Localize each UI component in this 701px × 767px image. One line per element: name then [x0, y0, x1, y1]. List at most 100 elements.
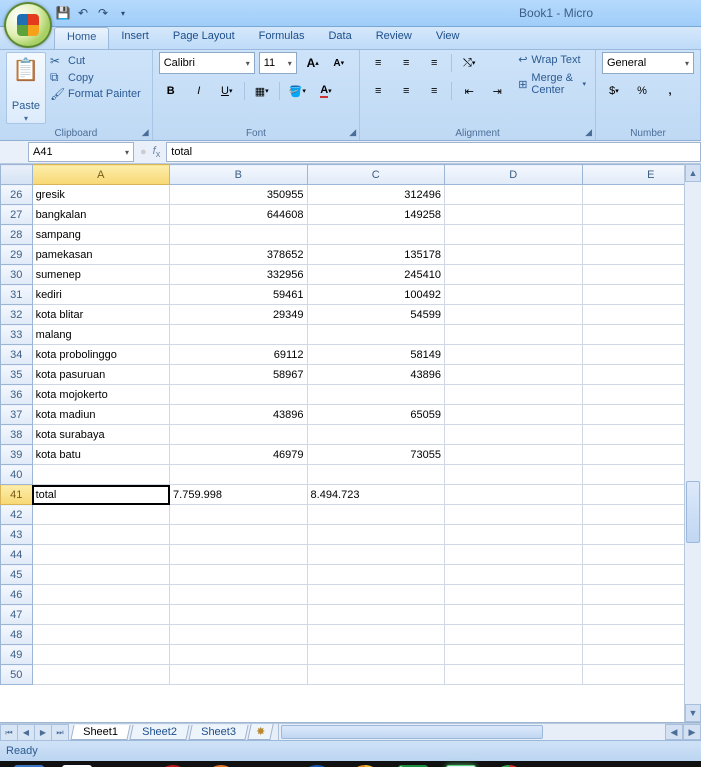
cell-A32[interactable]: kota blitar — [32, 305, 169, 325]
cell-C43[interactable] — [307, 525, 444, 545]
italic-button[interactable]: I — [187, 80, 211, 102]
row-header-46[interactable]: 46 — [1, 585, 33, 605]
cell-C29[interactable]: 135178 — [307, 245, 444, 265]
cell-C31[interactable]: 100492 — [307, 285, 444, 305]
cell-C32[interactable]: 54599 — [307, 305, 444, 325]
number-format-combo[interactable]: General▾ — [602, 52, 694, 74]
row-header-38[interactable]: 38 — [1, 425, 33, 445]
cell-D41[interactable] — [445, 485, 582, 505]
cut-button[interactable]: ✂Cut — [50, 54, 141, 68]
worksheet-grid[interactable]: ABCDE26gresik35095531249627bangkalan6446… — [0, 164, 701, 723]
cell-B34[interactable]: 69112 — [170, 345, 307, 365]
col-header-B[interactable]: B — [170, 165, 307, 185]
cell-D47[interactable] — [445, 605, 582, 625]
cell-D37[interactable] — [445, 405, 582, 425]
scroll-down-icon[interactable]: ▼ — [685, 704, 701, 722]
cell-A46[interactable] — [32, 585, 169, 605]
row-header-27[interactable]: 27 — [1, 205, 33, 225]
cell-C28[interactable] — [307, 225, 444, 245]
row-header-41[interactable]: 41 — [1, 485, 33, 505]
cell-D34[interactable] — [445, 345, 582, 365]
cell-B45[interactable] — [170, 565, 307, 585]
align-middle-button[interactable]: ≡ — [394, 52, 418, 74]
percent-format-button[interactable]: % — [630, 80, 654, 102]
cell-D26[interactable] — [445, 185, 582, 205]
save-icon[interactable]: 💾 — [56, 6, 70, 20]
sheet-tab-2[interactable]: Sheet2 — [129, 725, 189, 740]
cell-B30[interactable]: 332956 — [170, 265, 307, 285]
cell-A29[interactable]: pamekasan — [32, 245, 169, 265]
row-header-48[interactable]: 48 — [1, 625, 33, 645]
bold-button[interactable]: B — [159, 80, 183, 102]
row-header-47[interactable]: 47 — [1, 605, 33, 625]
sheet-nav-prev[interactable]: ◀ — [17, 724, 35, 741]
row-header-30[interactable]: 30 — [1, 265, 33, 285]
cell-B42[interactable] — [170, 505, 307, 525]
cell-A27[interactable]: bangkalan — [32, 205, 169, 225]
cell-C40[interactable] — [307, 465, 444, 485]
underline-button[interactable]: U▾ — [215, 80, 239, 102]
tab-page-layout[interactable]: Page Layout — [161, 27, 247, 49]
cell-B33[interactable] — [170, 325, 307, 345]
row-header-33[interactable]: 33 — [1, 325, 33, 345]
cell-D43[interactable] — [445, 525, 582, 545]
cell-B39[interactable]: 46979 — [170, 445, 307, 465]
cell-D50[interactable] — [445, 665, 582, 685]
horizontal-scrollbar[interactable] — [278, 724, 665, 740]
cell-C47[interactable] — [307, 605, 444, 625]
cell-A26[interactable]: gresik — [32, 185, 169, 205]
cell-D35[interactable] — [445, 365, 582, 385]
cell-C50[interactable] — [307, 665, 444, 685]
cell-D28[interactable] — [445, 225, 582, 245]
shrink-font-button[interactable]: A▾ — [327, 52, 351, 74]
undo-icon[interactable]: ↶ — [76, 6, 90, 20]
scroll-left-icon[interactable]: ◀ — [665, 724, 683, 740]
align-left-button[interactable]: ≡ — [366, 80, 390, 102]
hscroll-thumb[interactable] — [281, 725, 543, 739]
cell-A30[interactable]: sumenep — [32, 265, 169, 285]
cell-D33[interactable] — [445, 325, 582, 345]
cell-B32[interactable]: 29349 — [170, 305, 307, 325]
cell-C30[interactable]: 245410 — [307, 265, 444, 285]
name-box[interactable]: A41▾ — [28, 142, 134, 162]
cell-D38[interactable] — [445, 425, 582, 445]
fill-color-button[interactable]: 🪣▾ — [285, 80, 310, 102]
row-header-45[interactable]: 45 — [1, 565, 33, 585]
cell-D27[interactable] — [445, 205, 582, 225]
comma-format-button[interactable]: , — [658, 80, 682, 102]
font-launcher-icon[interactable]: ◢ — [349, 127, 356, 138]
col-header-A[interactable]: A — [32, 165, 169, 185]
align-right-button[interactable]: ≡ — [422, 80, 446, 102]
cell-A41[interactable]: total — [32, 485, 169, 505]
cell-D31[interactable] — [445, 285, 582, 305]
cell-B28[interactable] — [170, 225, 307, 245]
cell-A37[interactable]: kota madiun — [32, 405, 169, 425]
cell-C38[interactable] — [307, 425, 444, 445]
row-header-36[interactable]: 36 — [1, 385, 33, 405]
cell-C44[interactable] — [307, 545, 444, 565]
cell-A44[interactable] — [32, 545, 169, 565]
cell-D46[interactable] — [445, 585, 582, 605]
row-header-34[interactable]: 34 — [1, 345, 33, 365]
cell-B37[interactable]: 43896 — [170, 405, 307, 425]
alignment-launcher-icon[interactable]: ◢ — [585, 127, 592, 138]
cell-D45[interactable] — [445, 565, 582, 585]
cell-D49[interactable] — [445, 645, 582, 665]
tab-view[interactable]: View — [424, 27, 472, 49]
row-header-44[interactable]: 44 — [1, 545, 33, 565]
cell-D39[interactable] — [445, 445, 582, 465]
cell-D42[interactable] — [445, 505, 582, 525]
row-header-50[interactable]: 50 — [1, 665, 33, 685]
cell-C26[interactable]: 312496 — [307, 185, 444, 205]
sheet-nav-first[interactable]: ⏮ — [0, 724, 18, 741]
clipboard-launcher-icon[interactable]: ◢ — [142, 127, 149, 138]
qat-dropdown-icon[interactable]: ▾ — [116, 6, 130, 20]
cell-B44[interactable] — [170, 545, 307, 565]
cell-A34[interactable]: kota probolinggo — [32, 345, 169, 365]
align-bottom-button[interactable]: ≡ — [422, 52, 446, 74]
row-header-37[interactable]: 37 — [1, 405, 33, 425]
font-name-combo[interactable]: Calibri▾ — [159, 52, 255, 74]
cell-B48[interactable] — [170, 625, 307, 645]
vertical-scrollbar[interactable]: ▲ ▼ — [684, 164, 701, 722]
cell-D40[interactable] — [445, 465, 582, 485]
